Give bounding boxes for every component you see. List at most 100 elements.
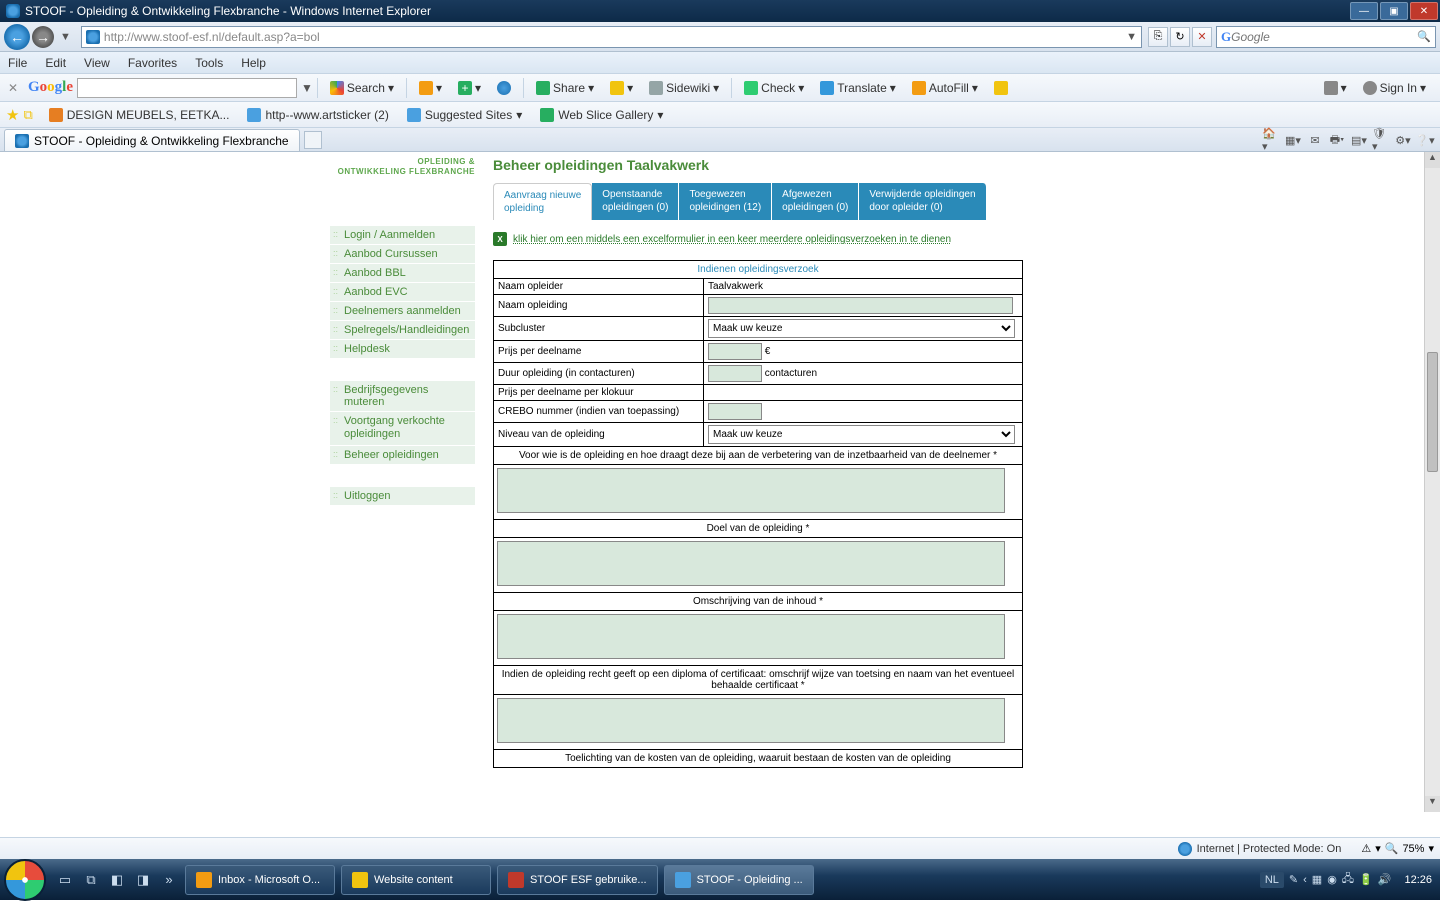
sidebar-uitloggen[interactable]: Uitloggen <box>330 487 475 506</box>
tray-battery-icon[interactable]: 🔋 <box>1359 873 1373 886</box>
textarea-doel[interactable] <box>497 541 1005 586</box>
excel-link[interactable]: klik hier om een middels een excelformul… <box>513 234 951 245</box>
sidebar-spelregels[interactable]: Spelregels/Handleidingen <box>330 321 475 340</box>
bookmarks-button[interactable]: ▾ <box>604 79 639 97</box>
sidebar-voortgang[interactable]: Voortgang verkochte opleidingen <box>330 412 475 445</box>
task-stoof-opleiding[interactable]: STOOF - Opleiding ... <box>664 865 814 895</box>
sidebar-login[interactable]: Login / Aanmelden <box>330 226 475 245</box>
plus-button[interactable]: +▾ <box>452 79 487 97</box>
ql-app1-icon[interactable]: ◧ <box>106 867 128 893</box>
google-search-dropdown-icon[interactable]: ▼ <box>301 81 313 95</box>
sidebar-deelnemers[interactable]: Deelnemers aanmelden <box>330 302 475 321</box>
ql-more-icon[interactable]: » <box>158 867 180 893</box>
sidewiki-button[interactable]: Sidewiki▾ <box>643 79 725 97</box>
sidebar-helpdesk[interactable]: Helpdesk <box>330 340 475 359</box>
task-inbox[interactable]: Inbox - Microsoft O... <box>185 865 335 895</box>
feeds-icon[interactable]: ▦▾ <box>1284 131 1302 149</box>
select-subcluster[interactable]: Maak uw keuze <box>708 319 1015 338</box>
tray-app1-icon[interactable]: ▦ <box>1312 873 1322 886</box>
home-icon[interactable]: 🏠▾ <box>1262 131 1280 149</box>
browser-search-box[interactable]: G 🔍 <box>1216 26 1436 48</box>
tray-network-icon[interactable]: 🖧 <box>1342 870 1354 889</box>
menu-file[interactable]: File <box>8 56 27 70</box>
ql-switch-icon[interactable]: ⧉ <box>80 867 102 893</box>
search-button[interactable]: Search▾ <box>324 79 400 97</box>
news-button[interactable]: ▾ <box>413 79 448 97</box>
task-website-content[interactable]: Website content <box>341 865 491 895</box>
url-bar[interactable]: ▼ <box>81 26 1142 48</box>
close-button[interactable]: ✕ <box>1410 2 1438 20</box>
ql-app2-icon[interactable]: ◨ <box>132 867 154 893</box>
url-input[interactable] <box>104 30 1126 44</box>
stop-icon[interactable]: ✕ <box>1192 27 1212 47</box>
fav-design-meubels[interactable]: DESIGN MEUBELS, EETKA... <box>43 106 236 124</box>
tray-app2-icon[interactable]: ◉ <box>1327 873 1337 886</box>
select-niveau[interactable]: Maak uw keuze <box>708 425 1015 444</box>
input-naam-opleiding[interactable] <box>708 297 1013 314</box>
tab-openstaande[interactable]: Openstaandeopleidingen (0) <box>592 183 679 220</box>
sidebar-beheer[interactable]: Beheer opleidingen <box>330 446 475 465</box>
menu-favorites[interactable]: Favorites <box>128 56 177 70</box>
tab-toegewezen[interactable]: Toegewezenopleidingen (12) <box>679 183 772 220</box>
browser-search-input[interactable] <box>1231 30 1413 44</box>
check-button[interactable]: Check▾ <box>738 79 810 97</box>
favorites-star-icon[interactable]: ★ <box>6 106 19 124</box>
task-stoof-gebruike[interactable]: STOOF ESF gebruike... <box>497 865 658 895</box>
input-prijs[interactable] <box>708 343 762 360</box>
maximize-button[interactable]: ▣ <box>1380 2 1408 20</box>
vertical-scrollbar[interactable]: ▲ ▼ <box>1424 152 1440 812</box>
forward-button[interactable]: → <box>32 26 54 48</box>
input-duur[interactable] <box>708 365 762 382</box>
fav-artsticker[interactable]: http--www.artsticker (2) <box>241 106 394 124</box>
zoom-control[interactable]: ⚠▾ 🔍 75% ▾ <box>1361 842 1434 855</box>
refresh-icon[interactable]: ↻ <box>1170 27 1190 47</box>
search-icon[interactable]: 🔍 <box>1417 30 1431 43</box>
scroll-up-icon[interactable]: ▲ <box>1425 152 1440 168</box>
help-icon[interactable]: ❔▾ <box>1416 131 1434 149</box>
tray-clock[interactable]: 12:26 <box>1404 874 1432 886</box>
toolbar-close-icon[interactable]: ✕ <box>6 81 20 95</box>
recent-dropdown-icon[interactable]: ▼ <box>60 31 71 43</box>
security-zone[interactable]: Internet | Protected Mode: On <box>1178 842 1342 856</box>
tray-chevron-icon[interactable]: ‹ <box>1303 874 1307 886</box>
tray-lang[interactable]: NL <box>1260 872 1284 888</box>
fav-web-slice[interactable]: Web Slice Gallery▾ <box>534 106 669 124</box>
start-button[interactable] <box>4 859 46 901</box>
tools-icon[interactable]: ⚙▾ <box>1394 131 1412 149</box>
scroll-down-icon[interactable]: ▼ <box>1425 796 1440 812</box>
textarea-omschrijving[interactable] <box>497 614 1005 659</box>
signin-button[interactable]: Sign In▾ <box>1357 79 1432 97</box>
input-crebo[interactable] <box>708 403 762 420</box>
globe-button[interactable] <box>491 79 517 97</box>
menu-edit[interactable]: Edit <box>45 56 66 70</box>
autofill-button[interactable]: AutoFill▾ <box>906 79 984 97</box>
menu-tools[interactable]: Tools <box>195 56 223 70</box>
safety-icon[interactable]: 🛡▾ <box>1372 131 1390 149</box>
fav-suggested-sites[interactable]: Suggested Sites▾ <box>401 106 528 124</box>
new-tab-button[interactable] <box>304 131 322 149</box>
tab-afgewezen[interactable]: Afgewezenopleidingen (0) <box>772 183 859 220</box>
sidebar-aanbod-cursussen[interactable]: Aanbod Cursussen <box>330 245 475 264</box>
menu-view[interactable]: View <box>84 56 110 70</box>
tab-aanvraag-nieuwe[interactable]: Aanvraag nieuweopleiding <box>493 183 592 220</box>
menu-help[interactable]: Help <box>241 56 266 70</box>
tab-verwijderde[interactable]: Verwijderde opleidingendoor opleider (0) <box>859 183 986 220</box>
back-button[interactable]: ← <box>4 24 30 50</box>
sidebar-aanbod-bbl[interactable]: Aanbod BBL <box>330 264 475 283</box>
url-dropdown-icon[interactable]: ▼ <box>1126 31 1137 43</box>
print-icon[interactable]: 🖶▾ <box>1328 131 1346 149</box>
ql-desktop-icon[interactable]: ▭ <box>54 867 76 893</box>
share-button[interactable]: Share▾ <box>530 79 600 97</box>
sidebar-aanbod-evc[interactable]: Aanbod EVC <box>330 283 475 302</box>
tray-note-icon[interactable]: ✎ <box>1289 873 1298 886</box>
compat-icon[interactable]: ⎘ <box>1148 27 1168 47</box>
textarea-voor-wie[interactable] <box>497 468 1005 513</box>
wrench-button[interactable]: ▾ <box>1318 79 1353 97</box>
favorites-tabs-icon[interactable]: ⧉ <box>23 107 32 123</box>
translate-button[interactable]: Translate▾ <box>814 79 902 97</box>
tray-volume-icon[interactable]: 🔊 <box>1378 873 1392 886</box>
sidebar-bedrijfsgegevens[interactable]: Bedrijfsgegevens muteren <box>330 381 475 412</box>
browser-tab-stoof[interactable]: STOOF - Opleiding & Ontwikkeling Flexbra… <box>4 129 300 151</box>
mail-icon[interactable]: ✉ <box>1306 131 1324 149</box>
highlight-button[interactable] <box>988 79 1014 97</box>
